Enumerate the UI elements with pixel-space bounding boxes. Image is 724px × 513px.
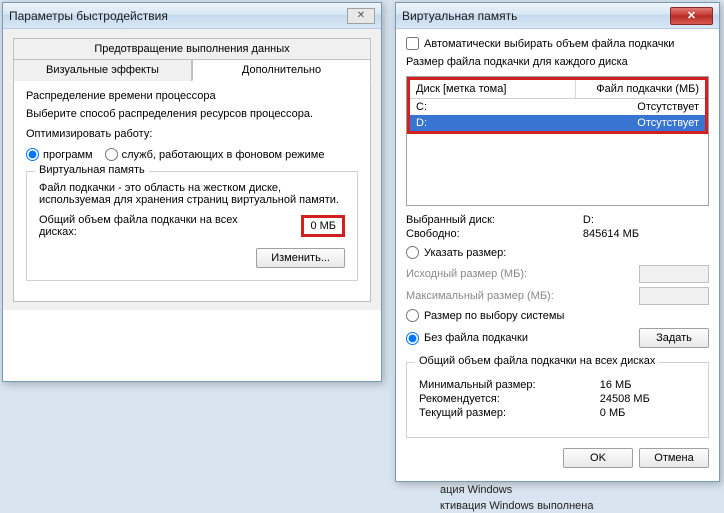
rec-value: 24508 МБ (600, 393, 696, 405)
per-disk-label: Размер файла подкачки для каждого диска (406, 56, 709, 68)
activation-text-2: ктивация Windows выполнена (440, 500, 593, 512)
max-size-label: Максимальный размер (МБ): (406, 290, 554, 302)
change-button[interactable]: Изменить... (256, 248, 345, 268)
auto-manage-label: Автоматически выбирать объем файла подка… (424, 38, 674, 50)
cancel-button[interactable]: Отмена (639, 448, 709, 468)
vm-total-label: Общий объем файла подкачки на всех диска… (39, 214, 239, 238)
free-space-label: Свободно: (406, 228, 565, 240)
radio-system-managed[interactable]: Размер по выбору системы (406, 309, 709, 322)
vm-groupbox: Виртуальная память Файл подкачки - это о… (26, 171, 358, 281)
virtual-memory-window: Виртуальная память ✕ Автоматически выбир… (395, 2, 720, 482)
col-pagefile: Файл подкачки (МБ) (576, 80, 705, 98)
vm-group-title: Виртуальная память (35, 164, 149, 176)
cpu-title: Распределение времени процессора (26, 90, 358, 102)
rec-label: Рекомендуется: (419, 393, 582, 405)
titlebar[interactable]: Параметры быстродействия ✕ (3, 3, 381, 29)
radio-programs[interactable]: программ (26, 148, 93, 161)
free-space-value: 845614 МБ (583, 228, 709, 240)
max-size-input (639, 287, 709, 305)
totals-title: Общий объем файла подкачки на всех диска… (415, 355, 659, 367)
window-title: Параметры быстродействия (9, 9, 347, 23)
ok-button[interactable]: OK (563, 448, 633, 468)
disk-header: Диск [метка тома] Файл подкачки (МБ) (410, 80, 705, 99)
tab-visual-effects[interactable]: Визуальные эффекты (13, 59, 192, 81)
cpu-desc: Выберите способ распределения ресурсов п… (26, 108, 358, 120)
set-button[interactable]: Задать (639, 328, 709, 348)
tab-dep[interactable]: Предотвращение выполнения данных (13, 38, 371, 59)
totals-groupbox: Общий объем файла подкачки на всех диска… (406, 362, 709, 438)
radio-none-input[interactable] (406, 332, 419, 345)
cpu-section: Распределение времени процессора Выберит… (26, 90, 358, 161)
activation-text-1: ация Windows (440, 484, 512, 496)
radio-no-paging[interactable]: Без файла подкачки (406, 332, 528, 345)
dialog-buttons: OK Отмена (406, 448, 709, 468)
radio-system-input[interactable] (406, 309, 419, 322)
vm-total-value: 0 МБ (301, 215, 345, 237)
initial-size-label: Исходный размер (МБ): (406, 268, 527, 280)
performance-options-window: Параметры быстродействия ✕ Предотвращени… (2, 2, 382, 382)
close-icon[interactable]: ✕ (670, 7, 713, 25)
radio-programs-input[interactable] (26, 148, 39, 161)
radio-custom-size[interactable]: Указать размер: (406, 246, 709, 259)
tab-advanced[interactable]: Дополнительно (192, 59, 371, 81)
radio-services-input[interactable] (105, 148, 118, 161)
disk-row[interactable]: D: Отсутствует (410, 115, 705, 131)
window-title: Виртуальная память (402, 9, 670, 23)
selected-disk-label: Выбранный диск: (406, 214, 565, 226)
initial-size-input (639, 265, 709, 283)
close-icon[interactable]: ✕ (347, 8, 375, 24)
min-label: Минимальный размер: (419, 379, 582, 391)
radio-services[interactable]: служб, работающих в фоновом режиме (105, 148, 325, 161)
tab-content: Распределение времени процессора Выберит… (13, 80, 371, 302)
window-body: Автоматически выбирать объем файла подка… (396, 29, 719, 476)
vm-desc: Файл подкачки - это область на жестком д… (39, 182, 345, 206)
cpu-optimize-label: Оптимизировать работу: (26, 128, 358, 140)
selected-disk-value: D: (583, 214, 709, 226)
disk-listbox[interactable]: Диск [метка тома] Файл подкачки (МБ) C: … (406, 76, 709, 206)
min-value: 16 МБ (600, 379, 696, 391)
cur-value: 0 МБ (600, 407, 696, 419)
col-disk: Диск [метка тома] (410, 80, 576, 98)
disk-row[interactable]: C: Отсутствует (410, 99, 705, 115)
selected-disk-info: Выбранный диск: D: Свободно: 845614 МБ (406, 214, 709, 240)
cur-label: Текущий размер: (419, 407, 582, 419)
window-body: Предотвращение выполнения данных Визуаль… (3, 29, 381, 310)
titlebar[interactable]: Виртуальная память ✕ (396, 3, 719, 29)
auto-manage-checkbox[interactable] (406, 37, 419, 50)
radio-custom-input[interactable] (406, 246, 419, 259)
